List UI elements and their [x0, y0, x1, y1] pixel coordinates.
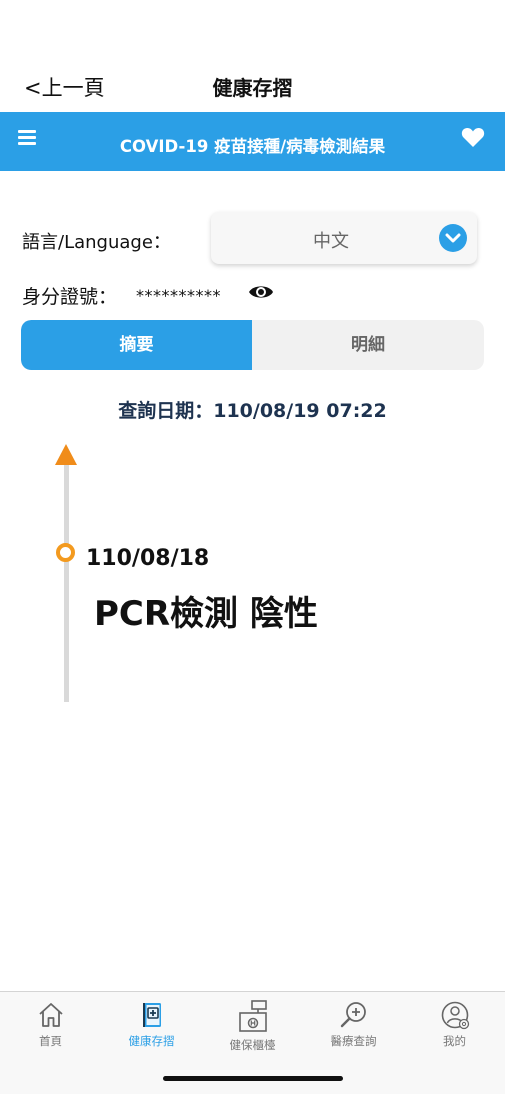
heart-icon[interactable] [461, 126, 485, 148]
tabbar-item-mine[interactable]: 我的 [404, 998, 505, 1058]
tabbar-item-health-book[interactable]: 健康存摺 [101, 998, 202, 1058]
hamburger-menu-icon[interactable] [18, 130, 36, 146]
tab-summary[interactable]: 摘要 [21, 320, 252, 370]
home-icon [38, 1003, 63, 1027]
id-number-masked: ********** [136, 286, 221, 305]
timeline-entry-date: 110/08/18 [86, 546, 210, 571]
tab-detail[interactable]: 明細 [252, 320, 484, 370]
health-book-icon [142, 1003, 161, 1027]
id-number-label: 身分證號： [22, 286, 118, 308]
timeline-arrow-icon [55, 444, 77, 465]
tabbar-label-mine: 我的 [443, 1034, 466, 1048]
query-date: 查詢日期：110/08/19 07:22 [118, 400, 387, 422]
language-selected-value: 中文 [313, 231, 349, 252]
banner-title: COVID-19 疫苗接種/病毒檢測結果 [119, 137, 386, 156]
home-indicator [163, 1076, 343, 1081]
tabbar-label-home: 首頁 [39, 1034, 62, 1048]
eye-icon[interactable] [248, 282, 274, 302]
segmented-tabs: 摘要 明細 [21, 320, 484, 370]
page-title: 健康存摺 [212, 76, 293, 100]
tabbar-item-home[interactable]: 首頁 [0, 998, 101, 1058]
user-settings-icon [441, 1001, 469, 1030]
timeline-entry-result: PCR檢測 陰性 [94, 594, 318, 634]
tabbar-label-medical-search: 醫療查詢 [330, 1034, 377, 1048]
tabbar-item-insurance-counter[interactable]: 健保櫃檯 [202, 998, 303, 1058]
insurance-counter-icon [238, 1000, 267, 1032]
timeline-dot-icon [56, 543, 75, 562]
chevron-down-icon [439, 224, 467, 252]
language-label: 語言/Language： [22, 232, 171, 253]
medical-search-icon [340, 1002, 366, 1028]
tabbar-label-health-book: 健康存摺 [128, 1034, 175, 1048]
tabbar-item-medical-search[interactable]: 醫療查詢 [303, 998, 404, 1058]
timeline-line [64, 462, 69, 702]
tabbar-label-insurance-counter: 健保櫃檯 [229, 1038, 276, 1052]
language-select[interactable]: 中文 [211, 212, 477, 264]
